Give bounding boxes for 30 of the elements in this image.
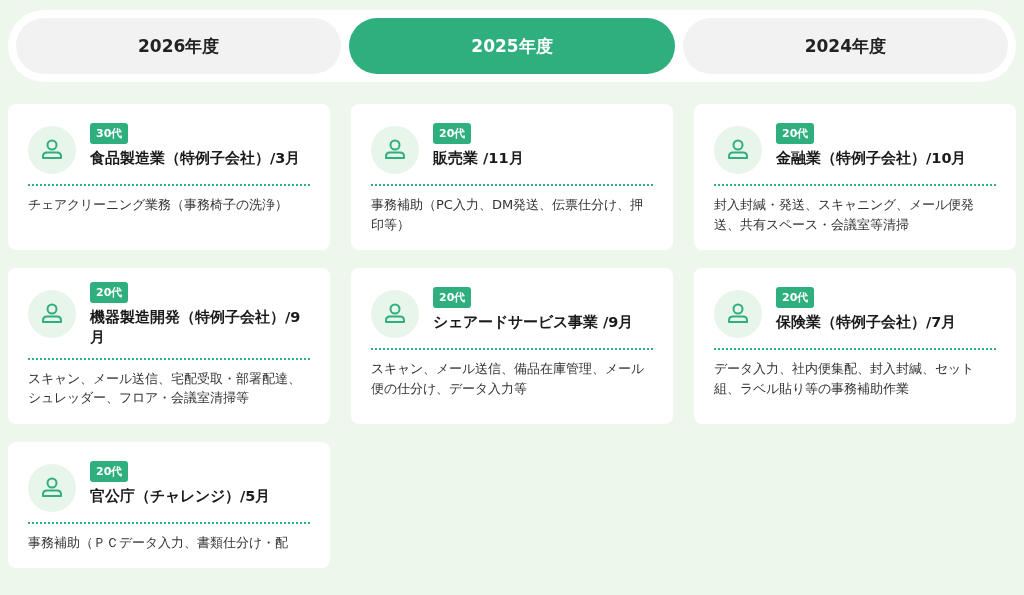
card-title: 官公庁（チャレンジ）/5月 xyxy=(90,486,271,506)
card-title: 保険業（特例子会社）/7月 xyxy=(776,313,957,333)
person-icon xyxy=(371,126,419,174)
person-icon xyxy=(714,290,762,338)
card-description: チェアクリーニング業務（事務椅子の洗浄） xyxy=(28,196,289,214)
age-badge: 20代 xyxy=(90,282,129,303)
age-badge: 30代 xyxy=(90,123,129,145)
card-title: 機器製造開発（特例子会社）/9月 xyxy=(90,308,302,348)
card-description: 封入封緘・発送、スキャニング、メール便発送、共有スペース・会議室等清掃 xyxy=(714,196,975,234)
person-icon xyxy=(28,463,76,512)
card-title: シェアードサービス事業 /9月 xyxy=(433,313,634,333)
year-tab[interactable]: 2026年度 xyxy=(16,18,342,74)
person-icon xyxy=(28,126,76,174)
card-description: 事務補助（ＰＣデータ入力、書類仕分け・配 xyxy=(28,533,289,552)
person-icon xyxy=(28,290,76,338)
year-tab[interactable]: 2024年度 xyxy=(682,18,1008,74)
card-title: 食品製造業（特例子会社）/3月 xyxy=(90,149,301,169)
card-description: スキャン、メール送信、備品在庫管理、メール便の仕分け、データ入力等 xyxy=(371,360,645,398)
age-badge: 20代 xyxy=(776,287,815,309)
person-icon xyxy=(714,126,762,174)
card-title: 販売業 /11月 xyxy=(433,149,524,169)
card-description: スキャン、メール送信、宅配受取・部署配達、シュレッダー、フロア・会議室清掃等 xyxy=(28,369,302,408)
card-description: データ入力、社内便集配、封入封緘、セット組、ラベル貼り等の事務補助作業 xyxy=(714,360,975,398)
person-icon xyxy=(371,290,419,338)
age-badge: 20代 xyxy=(90,460,129,482)
card-description: 事務補助（PC入力、DM発送、伝票仕分け、押印等） xyxy=(371,196,645,234)
card-title: 金融業（特例子会社）/10月 xyxy=(776,149,967,169)
age-badge: 20代 xyxy=(433,287,472,309)
age-badge: 20代 xyxy=(433,123,472,145)
age-badge: 20代 xyxy=(776,123,815,145)
